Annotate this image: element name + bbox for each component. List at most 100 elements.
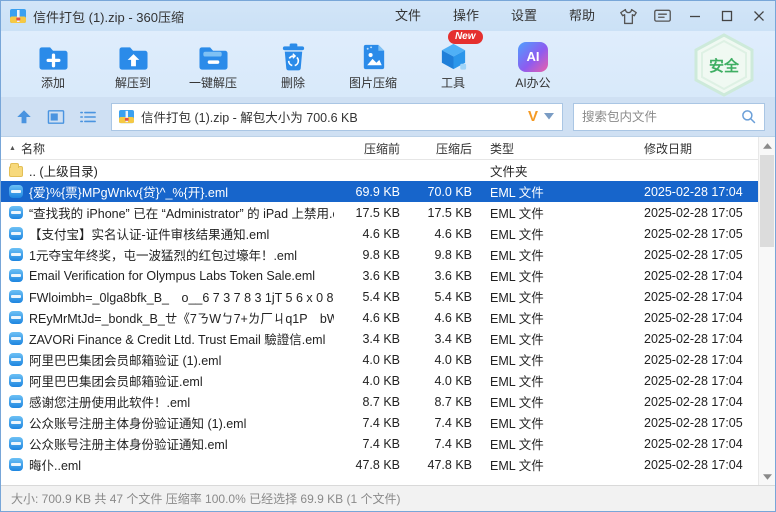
size-after: 8.7 KB	[406, 395, 478, 409]
size-before: 4.6 KB	[334, 311, 406, 325]
scrollbar-up-icon[interactable]	[759, 137, 775, 154]
file-icon	[9, 206, 23, 219]
file-type: EML 文件	[478, 224, 638, 243]
titlebar: 信件打包 (1).zip - 360压缩 文件 操作 设置 帮助	[1, 1, 775, 31]
file-type: EML 文件	[478, 203, 638, 222]
size-after: 4.0 KB	[406, 374, 478, 388]
file-row[interactable]: 感谢您注册使用此软件！.eml 8.7 KB 8.7 KB EML 文件 202…	[1, 391, 758, 412]
ai-office-button[interactable]: AI AI办公	[493, 33, 573, 95]
modified-date: 2025-02-28 17:04	[638, 311, 758, 325]
file-row[interactable]: “查找我的 iPhone” 已在 “Administrator” 的 iPad …	[1, 202, 758, 223]
maximize-button[interactable]	[711, 1, 743, 31]
size-after: 47.8 KB	[406, 458, 478, 472]
modified-date: 2025-02-28 17:05	[638, 248, 758, 262]
up-directory-icon[interactable]	[11, 104, 37, 130]
file-row[interactable]: 晦仆..eml 47.8 KB 47.8 KB EML 文件 2025-02-2…	[1, 454, 758, 475]
column-size-after[interactable]: 压缩后	[406, 140, 478, 157]
security-shield-badge[interactable]: 安全	[691, 33, 757, 97]
size-before: 4.0 KB	[334, 374, 406, 388]
close-button[interactable]	[743, 1, 775, 31]
image-compress-button[interactable]: 图片压缩	[333, 33, 413, 95]
file-icon	[9, 458, 23, 471]
window-title: 信件打包 (1).zip - 360压缩	[33, 7, 184, 26]
file-row[interactable]: Email Verification for Olympus Labs Toke…	[1, 265, 758, 286]
file-row[interactable]: ZAVORi Finance & Credit Ltd. Trust Email…	[1, 328, 758, 349]
file-name: Email Verification for Olympus Labs Toke…	[29, 269, 315, 283]
tools-cube-icon: New	[438, 38, 469, 72]
archive-path-text: 信件打包 (1).zip - 解包大小为 700.6 KB	[141, 107, 522, 126]
scrollbar-thumb[interactable]	[760, 155, 774, 247]
search-box	[573, 103, 765, 131]
modified-date: 2025-02-28 17:04	[638, 374, 758, 388]
sort-ascending-icon: ▲	[9, 145, 16, 152]
file-name: .. (上级目录)	[29, 161, 98, 180]
feedback-icon[interactable]	[645, 1, 679, 31]
scrollbar-down-icon[interactable]	[759, 468, 775, 485]
file-name: 感谢您注册使用此软件！.eml	[29, 392, 190, 411]
ai-office-icon: AI	[518, 38, 548, 72]
file-row[interactable]: 公众账号注册主体身份验证通知 (1).eml 7.4 KB 7.4 KB EML…	[1, 412, 758, 433]
file-row[interactable]: 公众账号注册主体身份验证通知.eml 7.4 KB 7.4 KB EML 文件 …	[1, 433, 758, 454]
size-after: 3.4 KB	[406, 332, 478, 346]
archive-path-bar[interactable]: 信件打包 (1).zip - 解包大小为 700.6 KB V	[111, 103, 563, 131]
vertical-scrollbar[interactable]	[758, 137, 775, 485]
menu-help[interactable]: 帮助	[553, 1, 611, 31]
size-before: 3.4 KB	[334, 332, 406, 346]
skin-theme-icon[interactable]	[611, 1, 645, 31]
modified-date: 2025-02-28 17:05	[638, 227, 758, 241]
file-type: EML 文件	[478, 182, 638, 201]
add-label: 添加	[41, 74, 65, 91]
size-after: 70.0 KB	[406, 185, 478, 199]
file-name: 晦仆..eml	[29, 455, 81, 474]
extract-to-button[interactable]: 解压到	[93, 33, 173, 95]
file-row[interactable]: REyMrMtJd=_bondk_B_ㄝ《7ㄋWㄅ7+ㄌ厂ㄐq1P bWtㄅ..…	[1, 307, 758, 328]
one-click-extract-button[interactable]: 一键解压	[173, 33, 253, 95]
file-type: EML 文件	[478, 266, 638, 285]
path-dropdown[interactable]: V	[528, 108, 556, 125]
menu-settings[interactable]: 设置	[495, 1, 553, 31]
file-row[interactable]: FWloimbh=_0lga8bfk_B_ o__6 7 3 7 8 3 1jT…	[1, 286, 758, 307]
modified-date: 2025-02-28 17:05	[638, 206, 758, 220]
zip-file-icon	[118, 109, 135, 124]
file-row[interactable]: 阿里巴巴集团会员邮箱验证 (1).eml 4.0 KB 4.0 KB EML 文…	[1, 349, 758, 370]
size-before: 8.7 KB	[334, 395, 406, 409]
menu-file[interactable]: 文件	[379, 1, 437, 31]
column-type[interactable]: 类型	[478, 140, 638, 157]
column-date[interactable]: 修改日期	[638, 140, 758, 157]
minimize-button[interactable]	[679, 1, 711, 31]
search-input[interactable]	[582, 110, 741, 124]
size-before: 7.4 KB	[334, 437, 406, 451]
file-name: 公众账号注册主体身份验证通知 (1).eml	[29, 413, 246, 432]
tools-button[interactable]: New 工具	[413, 33, 493, 95]
security-shield-label: 安全	[709, 55, 739, 76]
delete-button[interactable]: 删除	[253, 33, 333, 95]
column-name[interactable]: ▲ 名称	[1, 140, 334, 157]
menu-action[interactable]: 操作	[437, 1, 495, 31]
v-logo: V	[528, 108, 538, 125]
file-icon	[9, 290, 23, 303]
file-row[interactable]: 阿里巴巴集团会员邮箱验证.eml 4.0 KB 4.0 KB EML 文件 20…	[1, 370, 758, 391]
file-row[interactable]: 1元夺宝年终奖，屯一波猛烈的红包过壕年！.eml 9.8 KB 9.8 KB E…	[1, 244, 758, 265]
size-before: 7.4 KB	[334, 416, 406, 430]
file-name: 【支付宝】实名认证-证件审核结果通知.eml	[29, 224, 269, 243]
search-icon[interactable]	[741, 109, 756, 124]
list-view-icon[interactable]	[75, 104, 101, 130]
file-row[interactable]: {爱}%{票}MPgWnkv{贷}^_%{开}.eml 69.9 KB 70.0…	[1, 181, 758, 202]
size-after: 7.4 KB	[406, 416, 478, 430]
column-size-before[interactable]: 压缩前	[334, 140, 406, 157]
file-row[interactable]: .. (上级目录) 文件夹	[1, 160, 758, 181]
file-icon	[9, 374, 23, 387]
file-type: EML 文件	[478, 350, 638, 369]
size-after: 4.0 KB	[406, 353, 478, 367]
add-button[interactable]: 添加	[13, 33, 93, 95]
modified-date: 2025-02-28 17:04	[638, 458, 758, 472]
delete-label: 删除	[281, 74, 305, 91]
zip-app-icon	[9, 8, 27, 24]
preview-pane-icon[interactable]	[43, 104, 69, 130]
size-after: 9.8 KB	[406, 248, 478, 262]
statusbar: 大小: 700.9 KB 共 47 个文件 压缩率 100.0% 已经选择 69…	[1, 485, 775, 511]
file-row[interactable]: 【支付宝】实名认证-证件审核结果通知.eml 4.6 KB 4.6 KB EML…	[1, 223, 758, 244]
one-click-extract-label: 一键解压	[189, 74, 237, 91]
size-before: 69.9 KB	[334, 185, 406, 199]
chevron-down-icon	[544, 113, 554, 120]
